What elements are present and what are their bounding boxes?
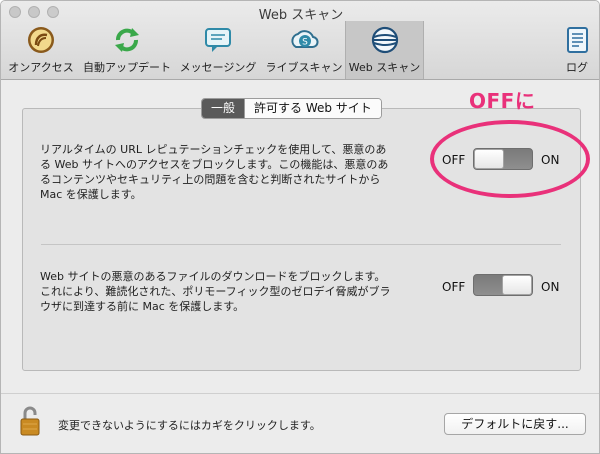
segmented-tabs: 一般 許可する Web サイト bbox=[201, 98, 382, 119]
toolbar-item-label: 自動アップデート bbox=[83, 61, 171, 74]
toolbar-item-label: Web スキャン bbox=[348, 61, 421, 74]
auto-update-icon bbox=[115, 28, 139, 52]
toolbar-item-live-scan[interactable]: S ライブスキャン bbox=[263, 21, 345, 79]
toolbar-item-label: ログ bbox=[566, 61, 588, 74]
annotation-text: OFFに bbox=[469, 89, 536, 113]
toolbar-item-label: メッセージング bbox=[179, 61, 257, 74]
web-scan-icon bbox=[371, 26, 398, 54]
malicious-download-toggle[interactable] bbox=[473, 274, 533, 296]
tab-allowed-websites[interactable]: 許可する Web サイト bbox=[244, 99, 381, 118]
footer-divider bbox=[1, 393, 599, 394]
toolbar-item-label: ライブスキャン bbox=[265, 61, 343, 74]
toggle-knob bbox=[502, 275, 532, 295]
switch-off-label: OFF bbox=[442, 280, 466, 294]
malicious-download-description: Web サイトの悪意のあるファイルのダウンロードをブロックします。これにより、難… bbox=[40, 270, 391, 313]
toolbar-item-on-access[interactable]: オンアクセス bbox=[7, 21, 75, 79]
tab-general[interactable]: 一般 bbox=[202, 99, 245, 118]
toolbar-item-messaging[interactable]: メッセージング bbox=[177, 21, 259, 79]
switch-on-label: ON bbox=[541, 280, 560, 294]
toolbar-item-label: オンアクセス bbox=[8, 61, 74, 74]
toolbar-item-auto-update[interactable]: 自動アップデート bbox=[81, 21, 173, 79]
lock-icon[interactable] bbox=[19, 405, 41, 437]
preferences-window: Web スキャン オンアクセス 自動アップデート メッセージング S ライブスキ… bbox=[0, 0, 600, 454]
lock-hint-text: 変更できないようにするにはカギをクリックします。 bbox=[58, 419, 321, 432]
svg-text:S: S bbox=[302, 38, 308, 48]
restore-defaults-button[interactable]: デフォルトに戻す... bbox=[444, 413, 586, 435]
toolbar: Web スキャン オンアクセス 自動アップデート メッセージング S ライブスキ… bbox=[1, 1, 599, 80]
live-scan-icon: S bbox=[291, 30, 319, 48]
divider bbox=[41, 244, 561, 245]
messaging-icon bbox=[205, 28, 231, 52]
toolbar-item-web-scan[interactable]: Web スキャン bbox=[345, 21, 424, 79]
annotation-circle bbox=[430, 120, 590, 198]
on-access-icon bbox=[28, 27, 54, 53]
log-icon bbox=[567, 27, 588, 53]
url-reputation-description: リアルタイムの URL レピュテーションチェックを使用して、悪意のある Web … bbox=[40, 143, 389, 201]
toolbar-item-log[interactable]: ログ bbox=[557, 21, 597, 79]
